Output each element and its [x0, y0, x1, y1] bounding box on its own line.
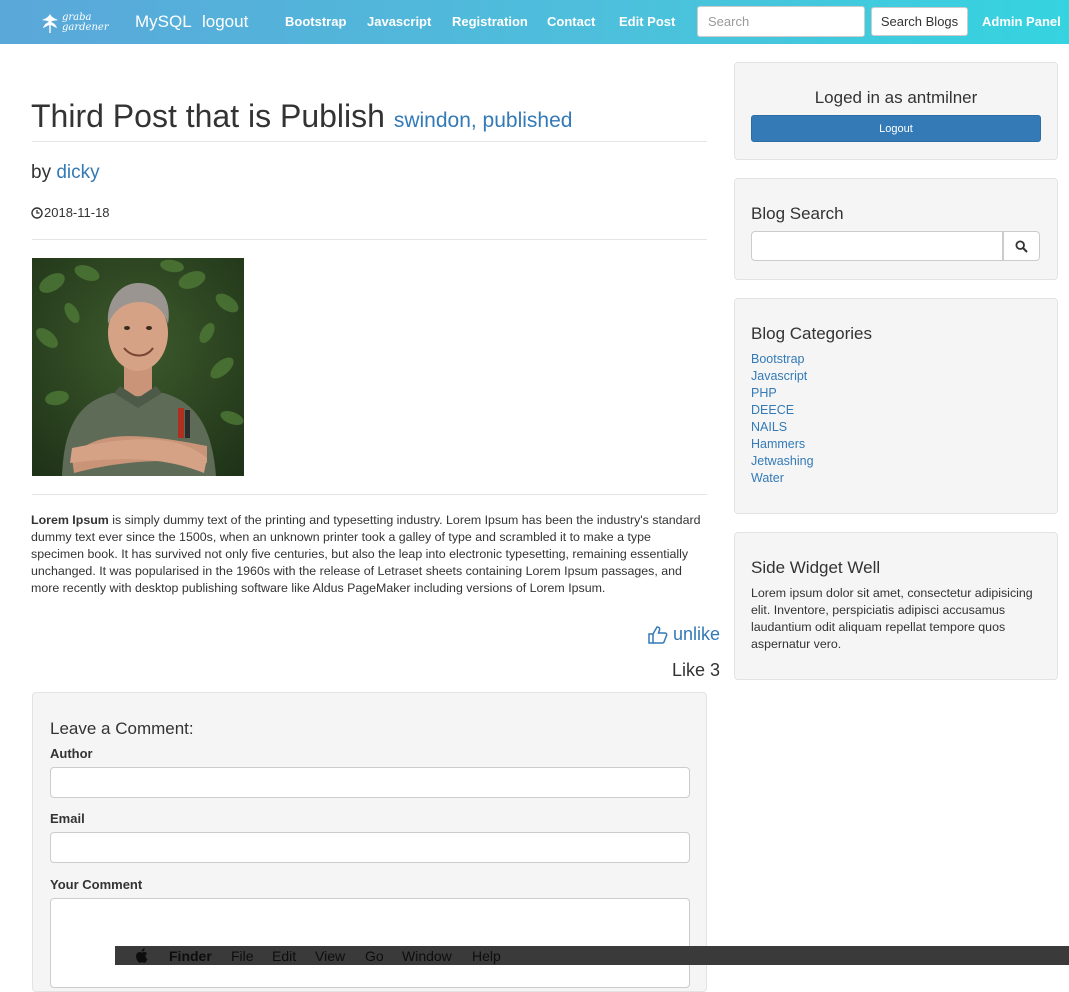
- post-date-text: 2018-11-18: [44, 205, 110, 220]
- comment-label: Your Comment: [50, 877, 143, 892]
- mac-menu-bar: Finder File Edit View Go Window Help: [115, 946, 1069, 965]
- blog-search-title: Blog Search: [751, 204, 844, 223]
- clock-icon: [31, 206, 43, 219]
- post-author-link[interactable]: dicky: [56, 162, 99, 183]
- post-body-text: is simply dummy text of the printing and…: [31, 513, 701, 595]
- post-body: Lorem Ipsum is simply dummy text of the …: [31, 512, 707, 597]
- side-widget-well: Side Widget Well Lorem ipsum dolor sit a…: [734, 532, 1058, 680]
- divider: [32, 494, 707, 495]
- comment-textarea[interactable]: [50, 898, 690, 988]
- logout-button[interactable]: Logout: [751, 115, 1041, 142]
- post-image: [32, 258, 244, 476]
- post-tags[interactable]: swindon, published: [394, 109, 573, 132]
- category-link[interactable]: Water: [751, 470, 814, 487]
- menu-finder[interactable]: Finder: [169, 948, 212, 964]
- menu-file[interactable]: File: [231, 948, 254, 964]
- blog-categories-title: Blog Categories: [751, 324, 872, 343]
- author-label: Author: [50, 746, 93, 761]
- menu-help[interactable]: Help: [472, 948, 501, 964]
- post-date: 2018-11-18: [31, 205, 110, 220]
- post-title: Third Post that is Publish swindon, publ…: [31, 98, 572, 135]
- email-label: Email: [50, 811, 85, 826]
- unlike-label: unlike: [673, 624, 721, 644]
- apple-icon[interactable]: [135, 948, 148, 963]
- menu-edit[interactable]: Edit: [272, 948, 296, 964]
- brand-logo[interactable]: graba gardener: [40, 10, 116, 36]
- blog-search-button[interactable]: [1003, 231, 1040, 261]
- nav-search-input[interactable]: [697, 6, 865, 37]
- divider: [32, 141, 707, 142]
- search-blogs-button[interactable]: Search Blogs: [871, 7, 968, 36]
- admin-panel-link[interactable]: Admin Panel: [982, 14, 1061, 29]
- brand-text-line2: gardener: [62, 22, 109, 33]
- category-link[interactable]: PHP: [751, 385, 814, 402]
- login-status: Loged in as antmilner: [814, 88, 978, 107]
- top-navbar: graba gardener MySQL logout Bootstrap Ja…: [0, 0, 1069, 44]
- nav-link-javascript[interactable]: Javascript: [367, 14, 431, 29]
- side-widget-text: Lorem ipsum dolor sit amet, consectetur …: [751, 586, 1033, 651]
- category-link[interactable]: Javascript: [751, 368, 814, 385]
- comment-form-title: Leave a Comment:: [50, 719, 194, 738]
- byline-prefix: by: [31, 162, 52, 183]
- divider: [32, 239, 707, 240]
- menu-go[interactable]: Go: [365, 948, 384, 964]
- nav-mysql-link[interactable]: MySQL: [135, 12, 192, 32]
- nav-link-registration[interactable]: Registration: [452, 14, 528, 29]
- category-link[interactable]: NAILS: [751, 419, 814, 436]
- blog-categories-well: Blog Categories Bootstrap Javascript PHP…: [734, 298, 1058, 514]
- thumbs-up-icon: [648, 625, 668, 644]
- category-link[interactable]: DEECE: [751, 402, 814, 419]
- blog-search-input[interactable]: [751, 231, 1003, 261]
- category-link[interactable]: Hammers: [751, 436, 814, 453]
- post-body-bold: Lorem Ipsum: [31, 513, 109, 527]
- category-link[interactable]: Jetwashing: [751, 453, 814, 470]
- nav-link-bootstrap[interactable]: Bootstrap: [285, 14, 346, 29]
- category-list: Bootstrap Javascript PHP DEECE NAILS Ham…: [751, 351, 814, 487]
- login-well: Loged in as antmilner Logout: [734, 62, 1058, 160]
- category-link[interactable]: Bootstrap: [751, 351, 814, 368]
- search-icon: [1015, 239, 1028, 253]
- side-widget-title: Side Widget Well: [751, 558, 881, 577]
- blog-search-well: Blog Search: [734, 178, 1058, 280]
- post-title-text: Third Post that is Publish: [31, 98, 385, 134]
- menu-view[interactable]: View: [315, 948, 345, 964]
- menu-window[interactable]: Window: [402, 948, 452, 964]
- nav-logout-link[interactable]: logout: [202, 12, 248, 32]
- like-count: Like 3: [672, 660, 721, 680]
- post-byline: by dicky: [31, 162, 100, 184]
- email-field[interactable]: [50, 832, 690, 863]
- nav-link-edit-post[interactable]: Edit Post: [619, 14, 675, 29]
- leaf-logo-icon: [42, 14, 58, 33]
- nav-link-contact[interactable]: Contact: [547, 14, 595, 29]
- unlike-button[interactable]: unlike: [648, 624, 720, 645]
- author-field[interactable]: [50, 767, 690, 798]
